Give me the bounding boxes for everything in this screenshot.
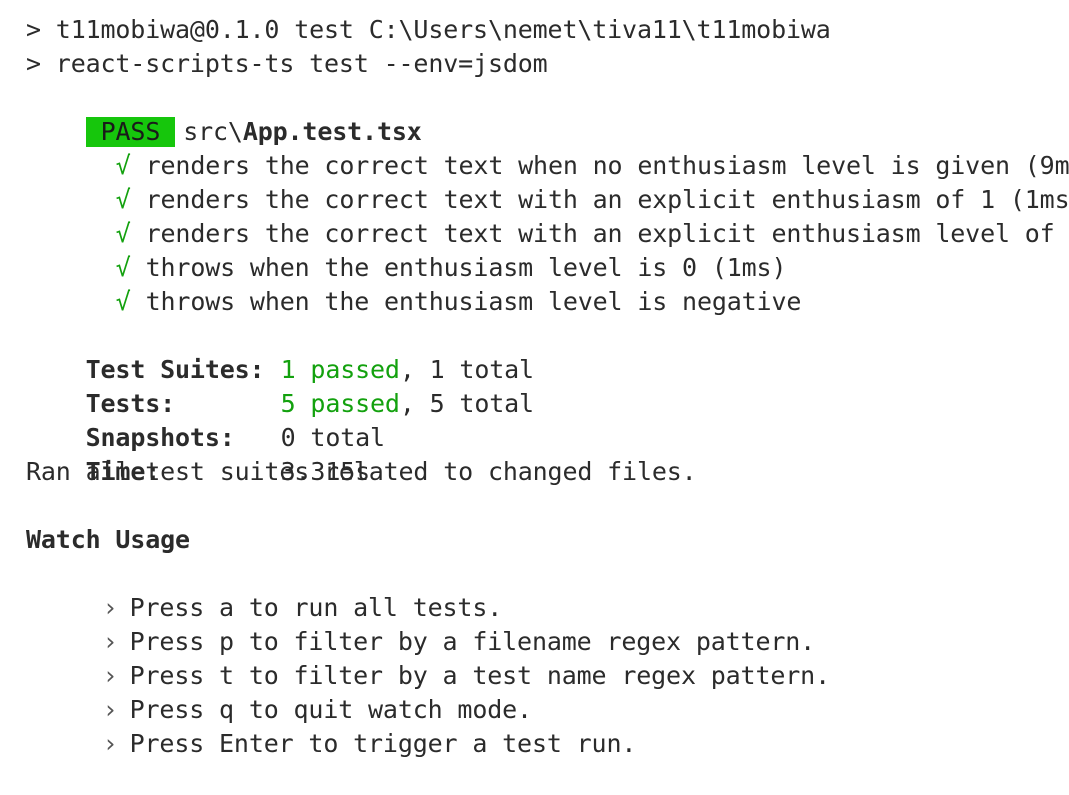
summary-tests-total: , 5 total [399, 389, 534, 418]
watch-usage-item: › Press t to filter by a test name regex … [43, 625, 831, 690]
watch-usage-item: › Press Enter to trigger a test run. [43, 693, 637, 758]
test-result-row: √ renders the correct text with an explic… [56, 183, 1069, 248]
check-icon: √ [115, 287, 131, 316]
summary-snapshots: Snapshots: 0 total [26, 387, 385, 452]
watch-usage-item: › Press q to quit watch mode. [43, 659, 532, 724]
test-result-row: √ renders the correct text when no enthus… [56, 115, 1069, 180]
test-result-row: √ throws when the enthusiasm level is neg… [56, 251, 802, 316]
summary-suites: Test Suites: 1 passed, 1 total [26, 319, 534, 384]
watch-usage-title: Watch Usage [26, 525, 190, 554]
test-file-result: PASS src\App.test.tsx [26, 81, 422, 147]
command-line-2: > react-scripts-ts test --env=jsdom [26, 49, 548, 78]
test-result-row: √ renders the correct text with an explic… [56, 149, 1069, 214]
test-result-row: √ throws when the enthusiasm level is 0 (… [56, 217, 787, 282]
watch-usage-text: Press Enter to trigger a test run. [129, 729, 637, 758]
watch-usage-item: › Press p to filter by a filename regex p… [43, 591, 816, 656]
summary-time: Time: 3.315s [26, 421, 371, 486]
terminal-output[interactable]: > t11mobiwa@0.1.0 test C:\Users\nemet\ti… [0, 0, 1069, 758]
test-result-text: throws when the enthusiasm level is nega… [145, 287, 802, 316]
command-line-1: > t11mobiwa@0.1.0 test C:\Users\nemet\ti… [26, 15, 831, 44]
summary-tests: Tests: 5 passed, 5 total [26, 353, 534, 418]
chevron-right-icon: › [102, 729, 118, 758]
watch-usage-item: › Press a to run all tests. [43, 557, 503, 622]
summary-ran-all: Ran all test suites related to changed f… [26, 457, 697, 486]
